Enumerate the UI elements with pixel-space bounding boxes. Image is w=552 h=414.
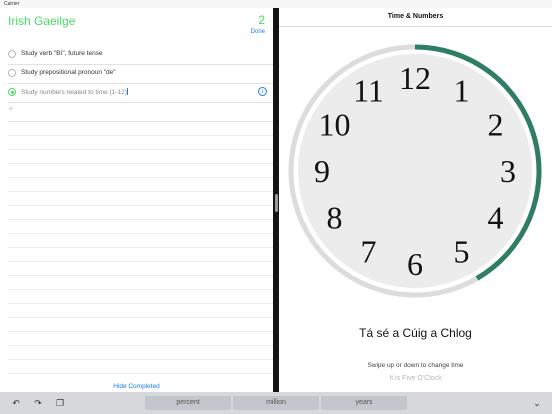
nav-title: Time & Numbers: [279, 8, 552, 27]
hide-completed-button[interactable]: Hide Completed: [0, 381, 273, 392]
hour-label: 9: [314, 153, 330, 189]
hour-label: 6: [407, 246, 423, 282]
hour-label: 12: [399, 60, 431, 96]
reminders-pane: Irish Gaeilge 2 Done Study verb "Bí", fu…: [0, 8, 273, 392]
empty-line: [8, 164, 273, 178]
paste-icon[interactable]: ❐: [54, 397, 66, 409]
empty-line: [8, 304, 273, 318]
hour-label: 11: [353, 72, 384, 108]
reminder-list: Study verb "Bí", future tense Study prep…: [0, 46, 273, 388]
list-count: 2: [258, 13, 265, 27]
reminder-text: Study numbers related to time (1-12): [21, 89, 127, 96]
hour-label: 2: [488, 107, 504, 143]
chevron-down-icon[interactable]: ⌄: [530, 396, 544, 410]
keyboard-shortcut-bar: ↶ ↷ ❐ percent million years ⌄: [0, 392, 552, 414]
info-icon[interactable]: i: [258, 87, 267, 96]
undo-icon[interactable]: ↶: [10, 397, 22, 409]
swipe-hint: Swipe up or down to change time: [367, 362, 464, 369]
reminder-row[interactable]: Study numbers related to time (1-12) i: [8, 84, 273, 103]
reminder-text-editing[interactable]: Study numbers related to time (1-12): [21, 88, 129, 96]
complete-checkbox[interactable]: [8, 69, 16, 77]
clock-face[interactable]: 12 12 3 45678 9 1011: [284, 40, 546, 302]
hour-label: 7: [361, 234, 377, 270]
add-reminder-row[interactable]: +: [8, 103, 273, 122]
empty-line: [8, 332, 273, 346]
hour-label: 5: [454, 234, 470, 270]
plus-icon[interactable]: +: [8, 104, 14, 115]
empty-lines: [0, 122, 273, 388]
empty-line: [8, 206, 273, 220]
reminder-text[interactable]: Study prepositional pronoun "de": [21, 69, 116, 76]
suggestion-years[interactable]: years: [321, 396, 407, 410]
empty-line: [8, 234, 273, 248]
complete-checkbox[interactable]: [8, 50, 16, 58]
hour-label: 1: [454, 72, 470, 108]
divider-handle[interactable]: [274, 194, 278, 212]
empty-line: [8, 122, 273, 136]
suggestion-percent[interactable]: percent: [145, 396, 231, 410]
empty-line: [8, 346, 273, 360]
empty-line: [8, 136, 273, 150]
irish-time-phrase: Tá sé a Cúig a Chlog: [359, 326, 472, 340]
status-bar: Carrier: [0, 0, 552, 8]
empty-line: [8, 248, 273, 262]
redo-icon[interactable]: ↷: [32, 397, 44, 409]
text-caret: [127, 88, 129, 95]
hour-label: 8: [326, 200, 342, 236]
empty-line: [8, 262, 273, 276]
hour-label: 10: [318, 107, 350, 143]
complete-checkbox[interactable]: [8, 88, 16, 96]
empty-line: [8, 276, 273, 290]
reminder-row[interactable]: Study verb "Bí", future tense: [8, 46, 273, 65]
done-button[interactable]: Done: [251, 29, 265, 35]
empty-line: [8, 150, 273, 164]
empty-line: [8, 290, 273, 304]
empty-line: [8, 318, 273, 332]
list-title: Irish Gaeilge: [8, 14, 76, 28]
reminder-text[interactable]: Study verb "Bí", future tense: [21, 50, 103, 57]
hour-label: 4: [488, 200, 504, 236]
empty-line: [8, 360, 273, 374]
empty-line: [8, 178, 273, 192]
english-translation: It is Five O'Clock: [389, 375, 442, 382]
hour-label: 3: [500, 153, 516, 189]
empty-line: [8, 192, 273, 206]
clock-pane: Time & Numbers 12 1 2 3 4 5 6 7 8 9 10 11 Tá sé a C…: [279, 8, 552, 392]
carrier-label: Carrier: [4, 1, 20, 7]
suggestion-million[interactable]: million: [233, 396, 319, 410]
reminder-row[interactable]: Study prepositional pronoun "de": [8, 65, 273, 84]
empty-line: [8, 220, 273, 234]
